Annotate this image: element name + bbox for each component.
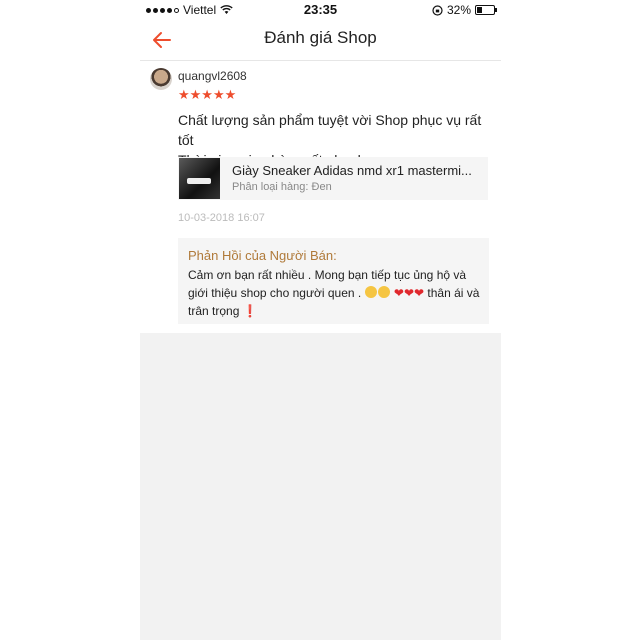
exclamation-emoji-icon: ❗ — [242, 304, 258, 318]
seller-reply-text: Cảm ơn bạn rất nhiều . Mong bạn tiếp tục… — [188, 266, 483, 320]
navigation-bar: Đánh giá Shop — [140, 20, 501, 61]
product-thumbnail — [179, 158, 220, 199]
product-variant: Phân loại hàng: Đen — [232, 181, 332, 193]
review-comment-line: Chất lượng sản phẩm tuyệt vời Shop phục … — [178, 112, 482, 148]
review-date: 10-03-2018 16:07 — [178, 212, 265, 224]
heart-emoji-icon: ❤❤❤ — [393, 286, 425, 300]
smile-emoji-icon — [364, 286, 377, 298]
seller-reply-text-part: Cảm ơn bạn rất nhiều . Mong bạn tiếp tục… — [188, 268, 467, 300]
star-rating: ★★★★★ — [178, 87, 237, 102]
smile-emoji-icon — [377, 286, 390, 298]
battery-icon — [475, 5, 497, 15]
product-card[interactable]: Giày Sneaker Adidas nmd xr1 mastermi... … — [178, 157, 488, 200]
status-bar: Viettel 23:35 32% — [140, 0, 501, 20]
battery-percent: 32% — [446, 3, 471, 17]
battery-fill — [477, 7, 482, 13]
empty-content-area — [140, 333, 501, 640]
orientation-lock-icon — [432, 4, 443, 16]
battery-group: 32% — [432, 3, 497, 17]
phone-screen: Viettel 23:35 32% Đánh giá Shop quangvl2… — [140, 0, 501, 640]
seller-reply-title: Phản Hồi của Người Bán: — [188, 248, 337, 263]
seller-reply: Phản Hồi của Người Bán: Cảm ơn bạn rất n… — [178, 238, 489, 324]
product-name: Giày Sneaker Adidas nmd xr1 mastermi... — [232, 163, 472, 178]
reviewer-username: quangvl2608 — [178, 69, 247, 83]
page-title: Đánh giá Shop — [264, 28, 377, 47]
avatar[interactable] — [150, 68, 172, 90]
